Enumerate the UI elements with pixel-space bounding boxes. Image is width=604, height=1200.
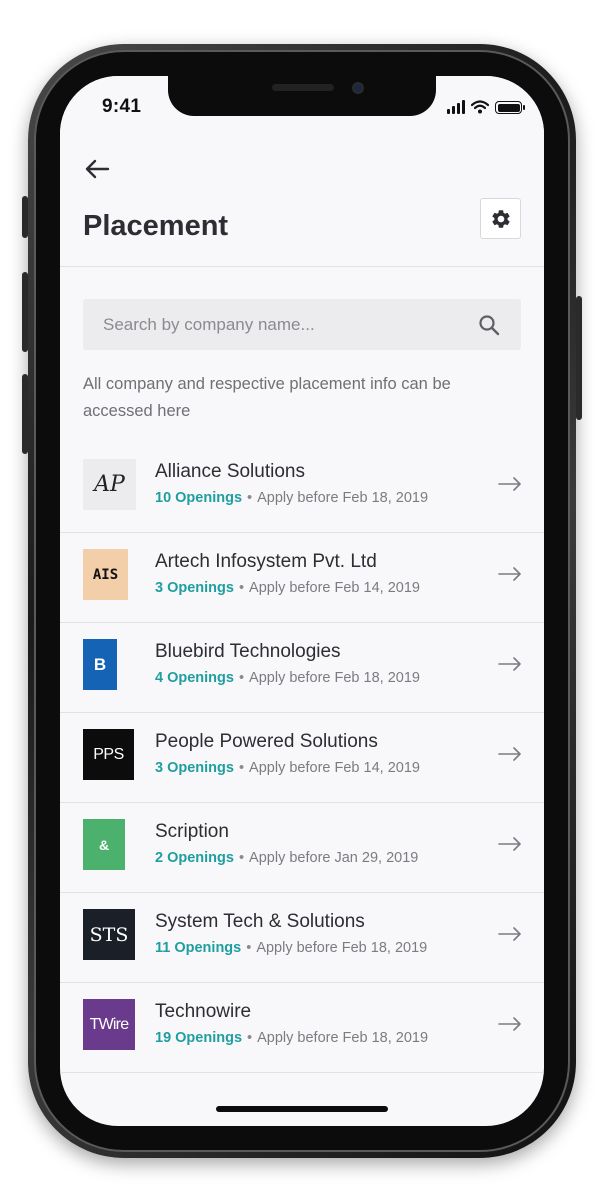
status-icons (447, 98, 525, 114)
separator-dot: • (238, 580, 245, 596)
company-name: People Powered Solutions (155, 731, 378, 752)
company-logo: AP (83, 459, 136, 510)
arrow-right-icon (498, 657, 521, 671)
company-logo: AIS (83, 549, 128, 600)
separator-dot: • (247, 1030, 253, 1046)
arrow-right-icon (498, 567, 521, 581)
speaker-grille (272, 84, 334, 91)
apply-deadline: Apply before Feb 18, 2019 (257, 490, 429, 506)
openings-count[interactable]: 3 Openings (155, 760, 234, 776)
openings-count[interactable]: 10 Openings (155, 490, 242, 506)
openings-count[interactable]: 19 Openings (155, 1030, 242, 1046)
list-item[interactable]: AP Alliance Solutions 10 Openings • Apply … (60, 443, 544, 533)
company-logo: STS (83, 909, 135, 960)
volume-down-button (22, 374, 28, 454)
apply-deadline: Apply before Feb 14, 2019 (249, 760, 420, 776)
back-button[interactable] (82, 154, 112, 184)
separator-dot: • (238, 670, 245, 686)
search-bar (83, 299, 521, 350)
company-meta: 11 Openings • Apply before Feb 18, 2019 (155, 940, 427, 956)
separator-dot: • (247, 490, 253, 506)
list-item[interactable]: TWire Technowire 19 Openings • Apply befor… (60, 983, 544, 1073)
battery-icon (495, 101, 525, 114)
openings-count[interactable]: 11 Openings (155, 940, 241, 956)
mute-switch (22, 196, 28, 238)
logo-text: STS (89, 923, 129, 946)
logo-text: AP (94, 472, 125, 497)
company-name: Artech Infosystem Pvt. Ltd (155, 551, 377, 572)
company-name: Alliance Solutions (155, 461, 305, 482)
company-name: Technowire (155, 1001, 252, 1022)
list-item[interactable]: AIS Artech Infosystem Pvt. Ltd 3 Opening… (60, 533, 544, 623)
front-camera (352, 82, 364, 94)
wifi-icon (471, 100, 489, 114)
openings-count[interactable]: 4 Openings (155, 670, 234, 686)
company-meta: 4 Openings • Apply before Feb 18, 2019 (155, 670, 420, 686)
company-meta: 3 Openings • Apply before Feb 14, 2019 (155, 760, 420, 776)
page-title: Placement (83, 210, 229, 242)
gear-icon (491, 209, 510, 228)
openings-count[interactable]: 2 Openings (155, 850, 234, 866)
openings-count[interactable]: 3 Openings (155, 580, 234, 596)
company-logo: & (83, 819, 125, 870)
search-input[interactable] (103, 299, 463, 350)
arrow-right-icon (498, 477, 521, 491)
settings-button[interactable] (480, 198, 521, 239)
company-name: Bluebird Technologies (155, 641, 341, 662)
company-logo: TWire (83, 999, 135, 1050)
list-item[interactable]: STS System Tech & Solutions 11 Openings •… (60, 893, 544, 983)
list-item[interactable]: & Scription 2 Openings • Apply before Jan … (60, 803, 544, 893)
company-meta: 3 Openings • Apply before Feb 14, 2019 (155, 580, 420, 596)
company-meta: 10 Openings • Apply before Feb 18, 2019 (155, 490, 428, 506)
arrow-right-icon (498, 1017, 521, 1031)
separator-dot: • (238, 850, 245, 866)
home-indicator[interactable] (216, 1106, 388, 1112)
logo-text: TWire (89, 1015, 129, 1033)
company-name: System Tech & Solutions (155, 911, 365, 932)
logo-text: B (93, 654, 107, 674)
company-meta: 2 Openings • Apply before Jan 29, 2019 (155, 850, 418, 866)
logo-text: PPS (93, 745, 124, 763)
company-name: Scription (155, 821, 229, 842)
apply-deadline: Apply before Jan 29, 2019 (249, 850, 419, 866)
logo-text: AIS (92, 566, 119, 583)
company-list: AP Alliance Solutions 10 Openings • Apply … (60, 443, 544, 1073)
search-icon[interactable] (477, 313, 501, 337)
company-logo: B (83, 639, 117, 690)
company-logo: PPS (83, 729, 134, 780)
notch (168, 76, 436, 116)
arrow-right-icon (498, 747, 521, 761)
logo-text: & (98, 836, 110, 853)
arrow-right-icon (498, 927, 521, 941)
separator-dot: • (238, 760, 245, 776)
list-item[interactable]: PPS People Powered Solutions 3 Openings •… (60, 713, 544, 803)
separator-dot: • (246, 940, 252, 956)
power-button (576, 296, 582, 420)
volume-up-button (22, 272, 28, 352)
list-item[interactable]: B Bluebird Technologies 4 Openings • Apply… (60, 623, 544, 713)
apply-deadline: Apply before Feb 18, 2019 (257, 1030, 429, 1046)
company-meta: 19 Openings • Apply before Feb 18, 2019 (155, 1030, 428, 1046)
status-time: 9:41 (102, 96, 142, 117)
apply-deadline: Apply before Feb 18, 2019 (256, 940, 428, 956)
arrow-left-icon (85, 159, 110, 179)
apply-deadline: Apply before Feb 14, 2019 (249, 580, 420, 596)
description-text: All company and respective placement inf… (83, 375, 451, 420)
screen: Placement 9:41 All company an (60, 76, 544, 1126)
arrow-right-icon (498, 837, 521, 851)
apply-deadline: Apply before Feb 18, 2019 (249, 670, 420, 686)
cellular-signal-icon (447, 100, 465, 114)
